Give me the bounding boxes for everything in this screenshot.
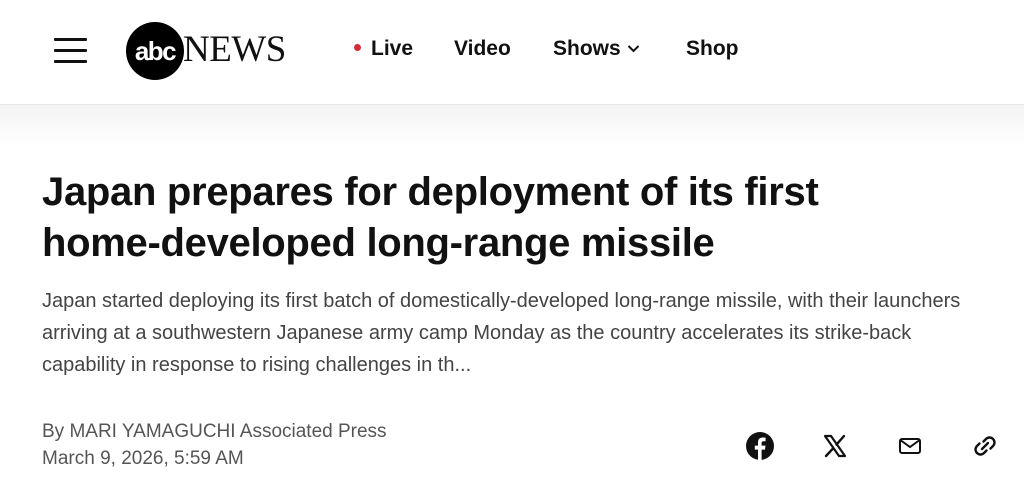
nav-video-label: Video: [454, 37, 511, 60]
email-icon[interactable]: [895, 431, 925, 461]
nav-shows[interactable]: Shows: [553, 37, 640, 61]
menu-icon[interactable]: [54, 38, 87, 64]
nav-shows-label: Shows: [553, 37, 621, 60]
logo-circle: abc: [126, 22, 184, 80]
facebook-icon[interactable]: [745, 431, 775, 461]
headline-line-2: home-developed long-range missile: [42, 221, 715, 265]
site-header: abc NEWS Live Video Shows Shop: [0, 0, 1024, 105]
headline-line-1: Japan prepares for deployment of its fir…: [42, 170, 819, 214]
article-headline: Japan prepares for deployment of its fir…: [42, 167, 942, 269]
nav-video[interactable]: Video: [454, 37, 511, 61]
logo-wordmark: NEWS: [183, 29, 286, 70]
nav-shop-label: Shop: [686, 37, 739, 60]
chevron-down-icon: [627, 35, 640, 59]
live-indicator-icon: [354, 43, 361, 51]
abc-news-logo[interactable]: abc NEWS: [126, 22, 316, 80]
nav-live[interactable]: Live: [354, 37, 413, 61]
x-icon[interactable]: [820, 431, 850, 461]
nav-live-label: Live: [371, 37, 414, 60]
nav-shop[interactable]: Shop: [686, 37, 739, 61]
article-date: March 9, 2026, 5:59 AM: [42, 448, 244, 469]
article-byline: By MARI YAMAGUCHI Associated Press: [42, 421, 387, 442]
article-summary: Japan started deploying its first batch …: [42, 290, 961, 376]
link-icon[interactable]: [970, 431, 1000, 461]
